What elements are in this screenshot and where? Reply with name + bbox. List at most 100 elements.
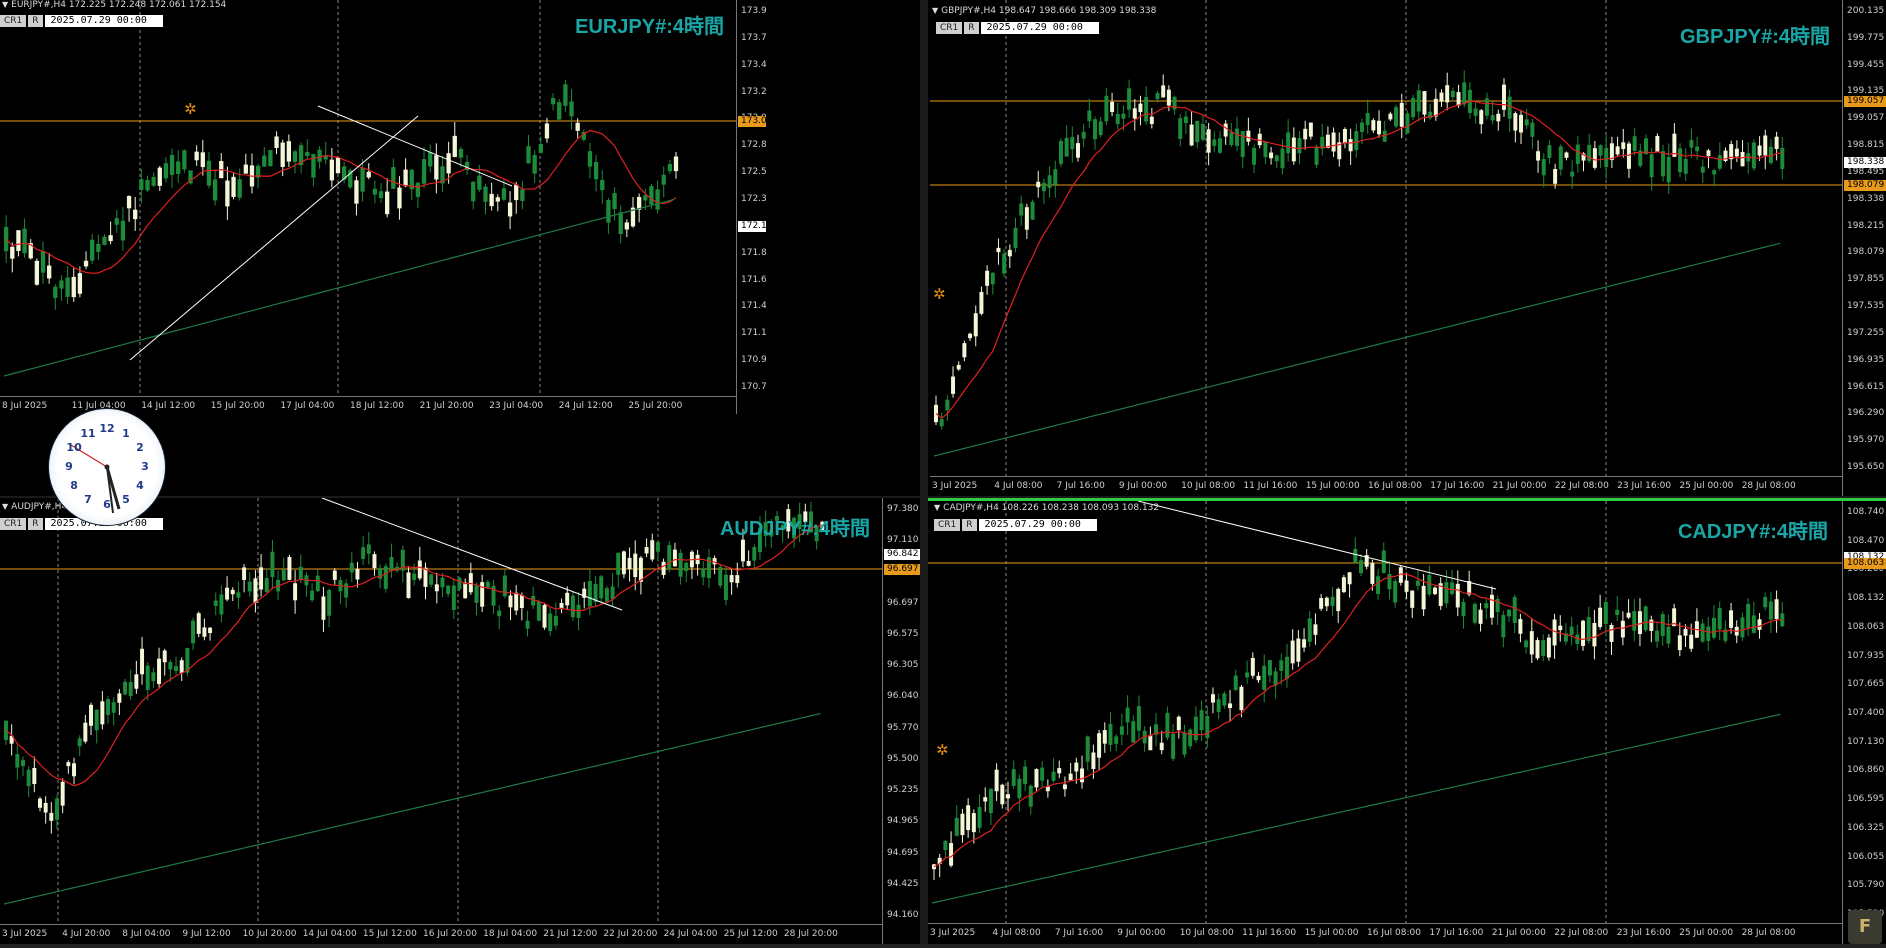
candle-body (471, 181, 476, 202)
date-field[interactable]: 2025.07.29 00:00 (980, 22, 1099, 34)
candle-body (655, 189, 660, 210)
eurjpy-plot-area[interactable] (0, 0, 736, 396)
price-tick-label: 95.500 (887, 753, 919, 764)
candle-body (1502, 84, 1506, 110)
hline-price-badge: 198.079 (1844, 180, 1886, 191)
candle-body (102, 236, 107, 245)
candle-body (1148, 735, 1153, 751)
gear-icon[interactable]: ✲ (936, 741, 949, 759)
time-tick-label: 25 Jul 00:00 (1679, 481, 1734, 491)
candle-body (1119, 726, 1124, 735)
chart-cadjpy[interactable]: ▼ CADJPY#,H4 108.226 108.238 108.093 108.… (928, 498, 1886, 947)
price-axis[interactable]: 173.955 173.725 173.495 173.265 173.025 172.8… (736, 0, 766, 414)
time-axis[interactable]: 3 Jul 2025 4 Jul 08:00 7 Jul 16:00 9 Jul 00… (928, 923, 1842, 942)
chart-audjpy[interactable]: ▼AUDJPY#,H4 96.674 96.842 CR1 R 2025.07.… (0, 498, 920, 944)
price-axis[interactable]: 108.740 108.470 108.200 108.132 108.063 107.9… (1842, 501, 1886, 947)
candle-body (977, 807, 982, 828)
candle-body (587, 580, 592, 607)
panel-divider[interactable] (920, 0, 928, 944)
chart-eurjpy[interactable]: ▼ EURJPY#,H4 172.225 172.248 172.061 172.… (0, 0, 766, 414)
candle-body (1712, 170, 1717, 175)
candle-body (1000, 784, 1005, 805)
candle-body (458, 148, 464, 158)
candle-body (1643, 606, 1648, 631)
candle-body (360, 167, 365, 192)
tag-r[interactable]: R (964, 22, 979, 34)
candle-body (219, 594, 224, 615)
candle-body (281, 569, 286, 581)
triangle-down-icon[interactable]: ▼ (934, 503, 940, 512)
clock-numeral: 6 (103, 498, 111, 511)
tag-r[interactable]: R (28, 15, 43, 27)
candle-body (1200, 123, 1205, 140)
candle-body (231, 176, 236, 197)
gbpjpy-plot-area[interactable] (930, 0, 1842, 476)
candle-body (1615, 609, 1620, 616)
trend-line[interactable] (1137, 501, 1497, 590)
cadjpy-plot-area[interactable] (928, 501, 1842, 923)
tag-cr1[interactable]: CR1 (0, 15, 27, 27)
candle-body (1256, 675, 1261, 681)
date-field[interactable]: 2025.07.29 00:00 (44, 15, 163, 27)
candle-body (196, 613, 201, 634)
candle-body (77, 738, 82, 747)
clock-numeral: 2 (136, 441, 144, 454)
price-tick-label: 105.790 (1847, 880, 1885, 891)
candle-body (968, 333, 973, 339)
gear-icon[interactable]: ✲ (933, 285, 946, 303)
candle-body (667, 164, 673, 172)
gear-icon[interactable]: ✲ (184, 100, 197, 118)
candle-body (208, 627, 213, 634)
candle-body (1149, 116, 1154, 125)
price-axis[interactable]: 200.135 199.775 199.455 199.135 199.057 198.8… (1842, 0, 1886, 496)
candle-body (1746, 603, 1751, 629)
moving-average-long (933, 242, 1781, 457)
price-axis[interactable]: 97.380 97.110 96.842 96.697 96.575 96.305 96.0… (882, 498, 920, 944)
date-field[interactable]: 2025.07.29 00:00 (978, 519, 1097, 531)
tag-r[interactable]: R (28, 518, 43, 530)
tag-r[interactable]: R (962, 519, 977, 531)
candle-body (1125, 707, 1130, 723)
audjpy-plot-area[interactable] (0, 498, 882, 924)
candle-body (542, 604, 547, 628)
candle-body (1274, 155, 1279, 162)
candle-body (1019, 203, 1024, 216)
tag-cr1[interactable]: CR1 (936, 22, 963, 34)
candle-body (553, 615, 558, 626)
candle-body (1245, 672, 1250, 678)
time-axis[interactable]: 3 Jul 2025 4 Jul 08:00 7 Jul 16:00 9 Jul 00… (930, 476, 1842, 495)
candle-body (1053, 169, 1058, 185)
trend-line[interactable] (321, 498, 623, 611)
candle-body (1683, 158, 1688, 174)
price-tick-label: 106.860 (1847, 765, 1885, 776)
candle-body (973, 313, 978, 337)
candle-body (563, 84, 568, 106)
time-axis[interactable]: 3 Jul 2025 4 Jul 20:00 8 Jul 04:00 9 Jul 12… (0, 924, 882, 943)
candle-body (1529, 631, 1534, 655)
price-tick-label: 199.135 (1847, 86, 1885, 97)
triangle-down-icon[interactable]: ▼ (2, 0, 8, 9)
candle-body (1689, 140, 1694, 148)
panel-divider[interactable] (0, 496, 1886, 498)
analog-clock[interactable]: 12 1 2 3 4 5 6 7 8 9 10 11 (48, 408, 166, 526)
current-price-badge: 198.338 (1844, 157, 1886, 168)
candle-body (292, 151, 298, 162)
tag-cr1[interactable]: CR1 (934, 519, 961, 531)
candle-body (1347, 572, 1352, 585)
time-tick-label: 3 Jul 2025 (2, 929, 48, 939)
candle-body (990, 272, 995, 285)
chart-title: AUDJPY#:4時間 (719, 518, 870, 540)
time-tick-label: 11 Jul 16:00 (1243, 481, 1298, 491)
candle-body (21, 760, 25, 767)
price-tick-label: 197.535 (1847, 301, 1885, 312)
clock-numeral: 11 (80, 427, 96, 441)
candle-body (1433, 587, 1437, 595)
candle-body (1455, 583, 1460, 608)
price-tick-label: 170.965 (741, 355, 766, 366)
triangle-down-icon[interactable]: ▼ (2, 502, 8, 511)
candle-body (1017, 778, 1022, 799)
tag-cr1[interactable]: CR1 (0, 518, 27, 530)
triangle-down-icon[interactable]: ▼ (932, 6, 938, 15)
chart-gbpjpy[interactable]: ▼ GBPJPY#,H4 198.647 198.666 198.309 198.… (930, 0, 1886, 496)
trend-line[interactable] (129, 115, 419, 361)
